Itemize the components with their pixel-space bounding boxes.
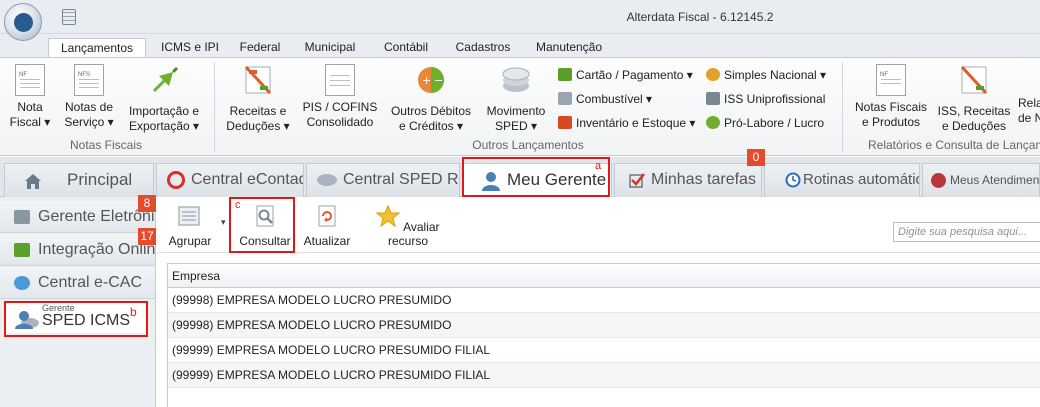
tab-minhas-tarefas[interactable]: Minhas tarefas [614,163,762,197]
group-list-icon [178,206,200,226]
companies-grid: Empresa (99998) EMPRESA MODELO LUCRO PRE… [167,263,1040,407]
sped-reinf-icon [317,173,337,186]
avaliar-recurso-button[interactable]: Avaliar recurso [363,204,453,248]
tab-central-econtador[interactable]: Central eContador [156,163,304,197]
app-logo-icon [14,13,33,32]
tab-meus-atendimentos[interactable]: Meus Atendimento [922,163,1040,197]
pro-labore-icon [706,116,720,129]
title-bar: Alterdata Fiscal - 6.12145.2 [0,0,1040,41]
receipt-icon [244,65,272,95]
cartao-pagamento-menu[interactable]: Cartão / Pagamento ▾ [558,66,693,84]
database-icon [502,67,530,92]
agrupar-dropdown-arrow[interactable]: ▾ [221,217,226,228]
document-icon [325,64,355,96]
pis-cofins-button[interactable]: PIS / COFINS Consolidado [300,64,380,130]
fuel-icon [558,92,572,105]
group-label-notas: Notas Fiscais [69,138,143,152]
refresh-icon [318,205,336,227]
column-header-empresa[interactable]: Empresa [168,263,1040,288]
atualizar-button[interactable]: Atualizar [301,205,353,248]
notas-fiscais-produtos-button[interactable]: NF Notas Fiscais e Produtos [852,64,930,130]
simples-nacional-menu[interactable]: Simples Nacional ▾ [706,66,826,84]
tab-cadastros[interactable]: Cadastros [447,38,519,58]
nav-integracao-online[interactable]: Integração Online [0,234,155,266]
agrupar-button[interactable]: Agrupar [165,205,215,248]
table-row[interactable]: (99998) EMPRESA MODELO LUCRO PRESUMIDO [168,288,1040,313]
inventario-estoque-menu[interactable]: Inventário e Estoque ▾ [558,114,695,132]
nav-gerente-eletronico[interactable]: Gerente Eletrônico [0,201,155,233]
nota-fiscal-button[interactable]: NF Nota Fiscal ▾ [8,64,52,130]
tab-municipal[interactable]: Municipal [294,38,366,58]
tab-rotinas-automaticas[interactable]: Rotinas automáticas [764,163,920,197]
group-separator [842,62,843,152]
tarefas-count-badge: 0 [747,149,765,166]
annotation-b: b [130,305,137,319]
tab-contabil[interactable]: Contábil [373,38,439,58]
receipt-icon [960,65,988,95]
star-icon [376,204,401,228]
window-title: Alterdata Fiscal - 6.12145.2 [626,10,774,24]
import-export-arrows-icon [153,66,179,92]
card-icon [558,68,572,81]
inventory-icon [558,116,572,129]
econtador-logo-icon [167,170,185,189]
table-row[interactable]: (99999) EMPRESA MODELO LUCRO PRESUMIDO F… [168,338,1040,363]
movimento-sped-button[interactable]: Movimento SPED ▾ [480,64,552,134]
plus-minus-icon: + − [418,67,444,93]
tab-principal[interactable]: Principal [4,163,154,197]
tab-icms-ipi[interactable]: ICMS e IPI [150,38,230,58]
home-icon [25,173,41,189]
group-label-relatorios: Relatórios e Consulta de Lançam [868,138,1040,152]
search-input[interactable]: Digite sua pesquisa aqui... [893,222,1040,242]
simples-nacional-icon [706,68,720,81]
tab-federal[interactable]: Federal [232,38,288,58]
annotation-a: a [595,160,602,172]
importacao-exportacao-button[interactable]: Importação e Exportação ▾ [124,64,204,134]
ribbon-panel: NF Nota Fiscal ▾ NFS Notas de Serviço ▾ … [0,57,1040,156]
integracao-online-badge: 17 [138,228,156,245]
highlight-box-a [462,157,610,197]
svg-text:+: + [422,74,431,87]
ecac-icon [14,276,30,290]
combustivel-menu[interactable]: Combustível ▾ [558,90,652,108]
highlight-box-b [4,301,148,337]
document-icon: NF [876,64,906,96]
monitor-icon [14,210,30,224]
nav-central-ecac[interactable]: Central e-CAC [0,267,155,299]
tab-lancamentos[interactable]: Lançamentos [48,38,146,58]
document-icon: NFS [74,64,104,96]
outros-debitos-button[interactable]: + − Outros Débitos e Créditos ▾ [386,64,476,134]
pro-labore-button[interactable]: Pró-Labore / Lucro [706,114,824,132]
integration-icon [14,243,30,257]
support-icon [931,173,946,189]
svg-text:−: − [434,74,443,87]
relatorios-button[interactable]: Rela de N [1018,64,1040,126]
iss-icon [706,92,720,105]
document-icon: NF [15,64,45,96]
tab-central-sped-reinf[interactable]: Central SPED Reinf [306,163,460,197]
checkbox-icon [629,172,645,188]
notas-servico-button[interactable]: NFS Notas de Serviço ▾ [62,64,116,130]
iss-receitas-deducoes-button[interactable]: ISS, Receitas e Deduções [936,64,1012,134]
iss-uniprofissional-button[interactable]: ISS Uniprofissional [706,90,825,108]
group-separator [214,62,215,152]
table-row[interactable]: (99998) EMPRESA MODELO LUCRO PRESUMIDO [168,313,1040,338]
annotation-c: c [235,199,241,211]
app-menu-button[interactable] [4,3,42,41]
tab-manutencao[interactable]: Manutenção [526,38,612,58]
table-row[interactable]: (99999) EMPRESA MODELO LUCRO PRESUMIDO F… [168,363,1040,388]
clock-icon [785,172,801,188]
receitas-deducoes-button[interactable]: Receitas e Deduções ▾ [222,64,294,134]
gerente-eletronico-badge: 8 [138,195,156,212]
ribbon-tab-bar: Lançamentos ICMS e IPI Federal Municipal… [0,34,1040,58]
